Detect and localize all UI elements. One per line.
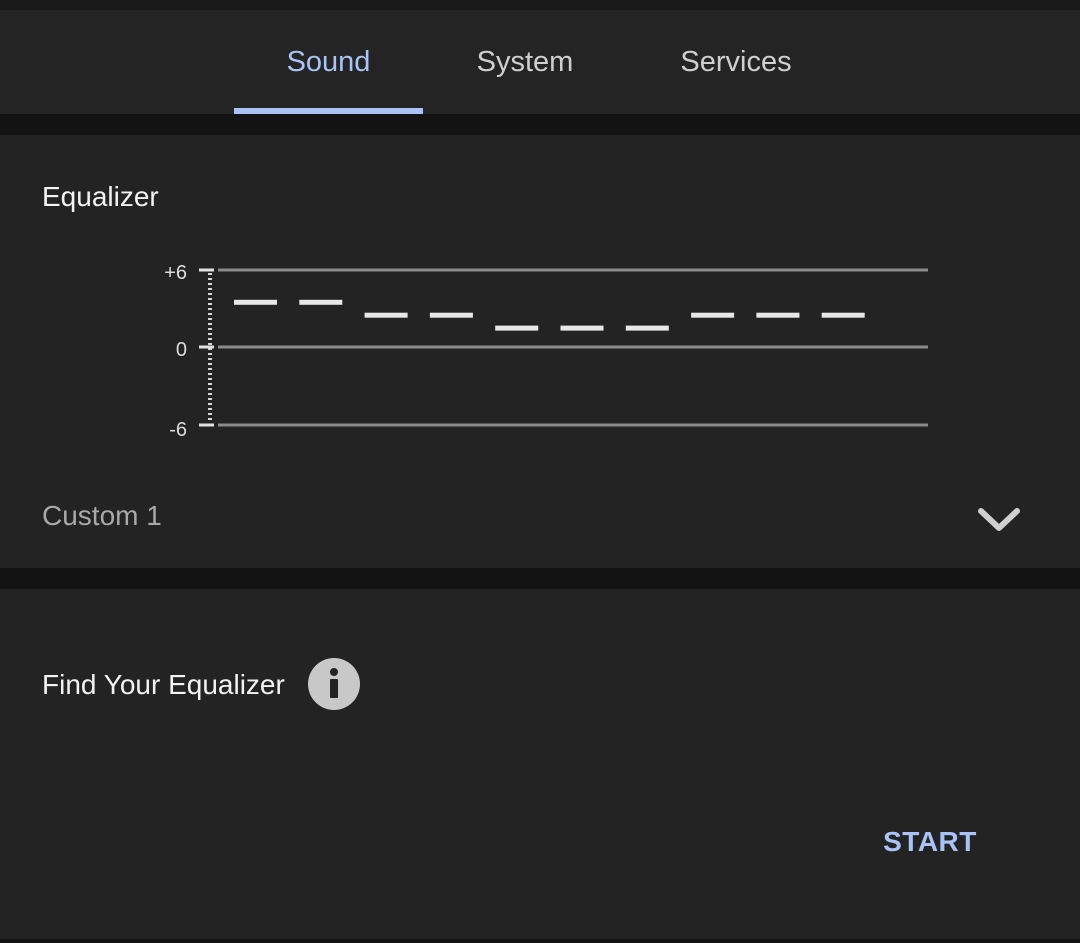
band-marker-6[interactable] xyxy=(560,325,604,331)
tab-system[interactable]: System xyxy=(430,10,620,114)
band-marker-3[interactable] xyxy=(364,312,408,318)
info-icon[interactable] xyxy=(307,657,361,711)
tab-services[interactable]: Services xyxy=(636,10,836,114)
top-strip xyxy=(0,0,1080,10)
band-marker-2[interactable] xyxy=(299,299,343,305)
preset-selector[interactable]: Custom 1 xyxy=(0,480,1080,552)
band-marker-9[interactable] xyxy=(756,312,800,318)
band-marker-8[interactable] xyxy=(691,312,735,318)
band-marker-10[interactable] xyxy=(821,312,865,318)
tab-bar: Sound System Services xyxy=(0,10,1080,114)
band-marker-7[interactable] xyxy=(625,325,669,331)
find-equalizer-card: Find Your Equalizer START xyxy=(0,589,1080,939)
preset-label: Custom 1 xyxy=(42,500,162,531)
equalizer-card: Equalizer +6 0 -6 Custom 1 xyxy=(0,135,1080,568)
active-tab-indicator xyxy=(234,108,423,114)
tab-sound[interactable]: Sound xyxy=(234,10,423,114)
scale-label-minus6: -6 xyxy=(169,419,187,441)
scale-label-plus6: +6 xyxy=(164,262,187,284)
start-button[interactable]: START xyxy=(868,814,992,870)
band-marker-4[interactable] xyxy=(429,312,473,318)
chevron-down-icon[interactable] xyxy=(976,498,1022,538)
band-marker-1[interactable] xyxy=(234,299,277,305)
find-equalizer-title: Find Your Equalizer xyxy=(42,669,285,700)
band-markers[interactable] xyxy=(234,299,865,331)
scale-label-zero: 0 xyxy=(176,339,187,361)
band-marker-5[interactable] xyxy=(495,325,539,331)
equalizer-graph[interactable]: +6 0 -6 xyxy=(0,135,1080,475)
